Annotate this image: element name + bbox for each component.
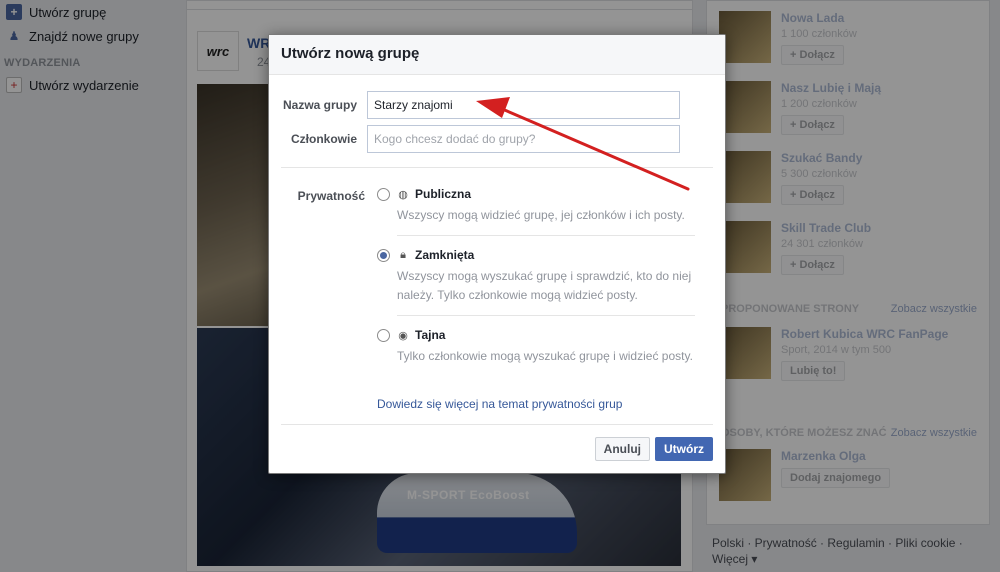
members-input[interactable] [367, 125, 680, 153]
group-name-label: Nazwa grupy [282, 98, 357, 112]
divider [281, 424, 713, 425]
closed-title: Zamknięta [415, 248, 475, 262]
globe-icon: ◍ [398, 188, 408, 201]
lock-icon: 🔒︎ [400, 248, 406, 261]
divider [281, 167, 713, 168]
create-group-dialog: Utwórz nową grupę Nazwa grupy Członkowie… [268, 34, 726, 474]
dialog-buttons: Anuluj Utwórz [594, 437, 713, 461]
dialog-title: Utwórz nową grupę [269, 35, 725, 75]
members-label: Członkowie [290, 132, 357, 146]
option-divider [397, 315, 695, 316]
option-divider [397, 235, 695, 236]
public-radio[interactable] [377, 187, 390, 201]
closed-description: Wszyscy mogą wyszukać grupę i sprawdzić,… [397, 269, 692, 302]
closed-radio[interactable] [377, 248, 390, 262]
members-row: Członkowie [269, 125, 680, 153]
privacy-option-closed[interactable]: 🔒︎ Zamknięta Wszyscy mogą wyszukać grupę… [377, 248, 697, 305]
create-button[interactable]: Utwórz [655, 437, 713, 461]
privacy-option-public[interactable]: ◍ Publiczna Wszyscy mogą widzieć grupę, … [377, 187, 697, 225]
group-name-input[interactable] [367, 91, 680, 119]
secret-radio[interactable] [377, 328, 390, 342]
secret-description: Tylko członkowie mogą wyszukać grupę i w… [397, 349, 693, 363]
public-title: Publiczna [415, 187, 472, 201]
public-description: Wszyscy mogą widzieć grupę, jej członków… [397, 208, 685, 222]
privacy-label: Prywatność [297, 189, 365, 203]
secret-title: Tajna [415, 328, 446, 342]
cancel-button[interactable]: Anuluj [594, 437, 650, 461]
secret-icon: ◉ [398, 329, 408, 342]
learn-more-privacy-link[interactable]: Dowiedz się więcej na temat prywatności … [377, 397, 622, 411]
group-name-row: Nazwa grupy [269, 91, 680, 119]
privacy-option-secret[interactable]: ◉ Tajna Tylko członkowie mogą wyszukać g… [377, 328, 697, 366]
